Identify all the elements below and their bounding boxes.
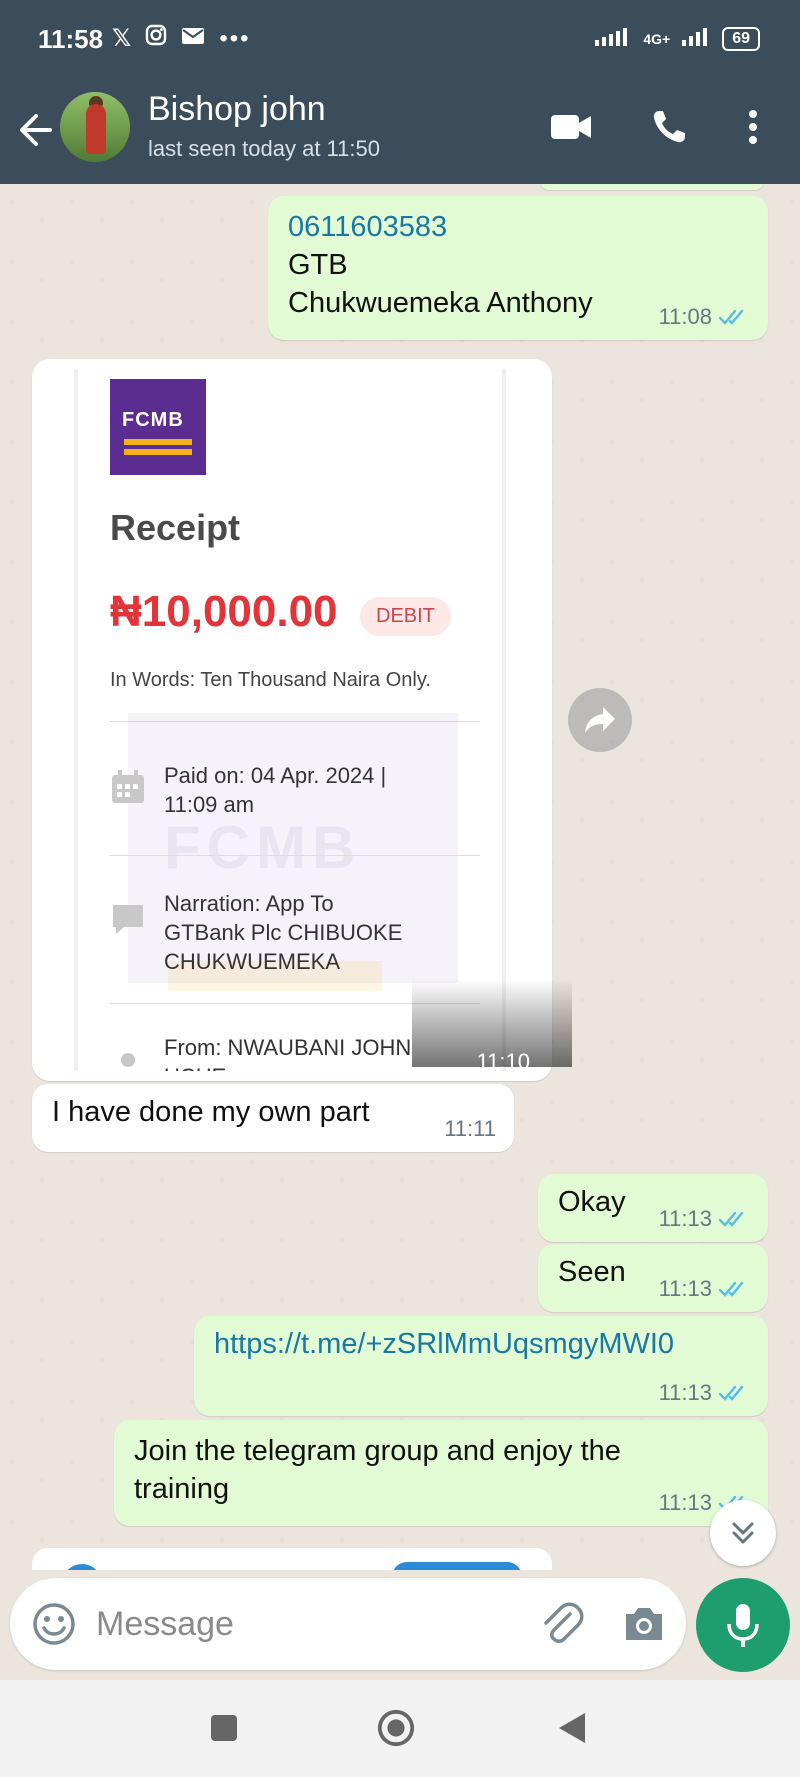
message-text: training [134, 1473, 230, 1505]
instagram-icon [145, 24, 167, 53]
account-number[interactable]: 0611603583 [288, 208, 748, 246]
signal-icon-2 [682, 26, 710, 51]
divider [110, 855, 480, 856]
read-ticks-icon [718, 309, 744, 325]
phone-icon[interactable] [644, 102, 694, 152]
message-time: 11:08 [658, 304, 712, 329]
message-time: 11:13 [658, 1206, 712, 1231]
from-sender: From: NWAUBANI JOHN UCHE [164, 1033, 411, 1071]
avatar[interactable] [60, 92, 130, 162]
receipt-image: FCMB Receipt ₦10,000.00 DEBIT In Words: … [74, 369, 506, 1071]
message-bubble-outgoing[interactable]: https://t.me/+zSRlMmUqsmgyMWI0 11:13 [194, 1316, 768, 1416]
mic-icon [727, 1604, 759, 1647]
debit-badge: DEBIT [360, 597, 451, 636]
image-message-receipt[interactable]: FCMB Receipt ₦10,000.00 DEBIT In Words: … [32, 359, 572, 1081]
message-bubble-incoming[interactable]: I have done my own part 11:11 [32, 1084, 514, 1152]
message-bubble-outgoing[interactable]: Join the telegram group and enjoy the tr… [114, 1420, 768, 1526]
double-chevron-down-icon [732, 1522, 754, 1544]
from-line: UCHE [164, 1062, 411, 1071]
fcmb-logo: FCMB [110, 379, 206, 475]
receipt-amount: ₦10,000.00 [110, 587, 338, 636]
kebab-menu-icon[interactable] [728, 102, 778, 152]
receipt-title: Receipt [110, 507, 241, 548]
back-button[interactable] [552, 1708, 592, 1748]
message-meta: 11:13 [659, 1206, 750, 1232]
read-ticks-icon [718, 1211, 744, 1227]
more-icon: ••• [219, 24, 251, 52]
message-meta: 11:13 [659, 1276, 750, 1302]
message-text: Okay [558, 1186, 626, 1218]
recents-button[interactable] [204, 1708, 244, 1748]
message-composer [10, 1578, 686, 1670]
status-time: 11:58 [38, 24, 104, 54]
message-time: 11:13 [658, 1276, 712, 1301]
paid-on-date: Paid on: 04 Apr. 2024 | [164, 763, 387, 788]
message-bubble-partial [540, 184, 764, 190]
paid-on-time: 11:09 am [164, 792, 255, 817]
paid-on: Paid on: 04 Apr. 2024 | 11:09 am [164, 761, 386, 819]
emoji-icon[interactable] [30, 1600, 78, 1648]
last-seen-status: last seen today at 11:50 [148, 136, 380, 161]
mic-button[interactable] [696, 1578, 790, 1672]
back-arrow-icon[interactable] [16, 108, 56, 152]
message-time: 11:13 [658, 1380, 712, 1405]
home-circle-icon [377, 1709, 415, 1747]
message-text: Join the telegram group and enjoy the [134, 1435, 621, 1467]
from-line: From: NWAUBANI JOHN [164, 1035, 412, 1060]
battery-indicator: 69 [722, 26, 760, 51]
narration-line: Narration: App To [164, 891, 334, 916]
message-bubble-outgoing[interactable]: Okay 11:13 [538, 1174, 768, 1242]
message-time: 11:10 [476, 1049, 530, 1074]
home-button[interactable] [376, 1708, 416, 1748]
chat-bubble-icon [110, 901, 146, 937]
mail-icon [181, 25, 205, 53]
attach-icon[interactable] [536, 1598, 586, 1648]
system-nav-bar [0, 1680, 800, 1777]
read-ticks-icon [718, 1281, 744, 1297]
contact-name[interactable]: Bishop john [148, 90, 326, 129]
message-input[interactable] [96, 1598, 516, 1650]
triangle-back-icon [559, 1713, 585, 1743]
signal-icon [595, 26, 631, 51]
chat-area[interactable]: 0611603583 GTB Chukwuemeka Anthony 11:08… [0, 184, 800, 1570]
forward-button[interactable] [568, 688, 632, 752]
message-meta: 11:08 [659, 304, 750, 330]
square-icon [211, 1715, 237, 1741]
status-system-icons: 4G+ 69 [595, 26, 760, 51]
network-type: 4G+ [643, 30, 671, 47]
video-call-icon[interactable] [546, 102, 596, 152]
message-text: I have done my own part [52, 1096, 370, 1128]
calendar-icon [110, 769, 146, 805]
status-notification-icons: 𝕏 ••• [112, 24, 251, 53]
camera-icon[interactable] [620, 1600, 668, 1648]
chat-header: Bishop john last seen today at 11:50 [0, 80, 800, 184]
message-bubble-outgoing[interactable]: 0611603583 GTB Chukwuemeka Anthony 11:08 [268, 196, 768, 340]
message-meta: 11:11 [444, 1116, 496, 1142]
message-time: 11:11 [444, 1116, 496, 1141]
scroll-down-button[interactable] [710, 1500, 776, 1566]
telegram-link[interactable]: https://t.me/+zSRlMmUqsmgyMWI0 [214, 1328, 674, 1360]
x-icon: 𝕏 [112, 25, 132, 52]
bank-name: GTB [288, 249, 348, 281]
link-preview-partial[interactable] [32, 1548, 552, 1570]
message-bubble-outgoing[interactable]: Seen 11:13 [538, 1244, 768, 1312]
narration-line: GTBank Plc CHIBUOKE [164, 920, 403, 945]
telegram-icon [62, 1564, 102, 1570]
read-ticks-icon [718, 1385, 744, 1401]
message-text: Seen [558, 1256, 626, 1288]
narration-line: CHUKWUEMEKA [164, 949, 341, 974]
fcmb-logo-text: FCMB [122, 409, 184, 431]
forward-icon [585, 707, 615, 733]
narration: Narration: App To GTBank Plc CHIBUOKE CH… [164, 889, 402, 976]
person-icon [110, 1049, 146, 1071]
status-bar: 11:58 𝕏 ••• 4G+ 69 [0, 0, 800, 80]
amount-in-words: In Words: Ten Thousand Naira Only. [110, 669, 431, 691]
message-meta: 11:13 [659, 1380, 750, 1406]
message-time: 11:13 [658, 1490, 712, 1515]
